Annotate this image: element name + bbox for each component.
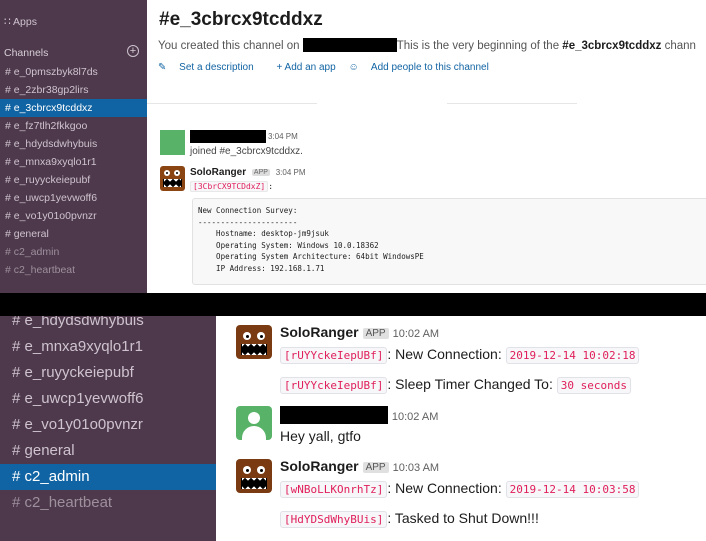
sender-name[interactable]: SoloRanger (280, 324, 359, 340)
sidebar-item-channel[interactable]: # e_uwcp1yevwoff6 (0, 386, 216, 412)
sidebar-item-channel[interactable]: # c2_heartbeat (0, 261, 147, 279)
message-timestamp[interactable]: 10:02 AM (393, 328, 439, 340)
sidebar-item-channel[interactable]: # general (0, 438, 216, 464)
sidebar-item-channel[interactable]: # e_fz7tlh2fkkgoo (0, 117, 147, 135)
channel-list: # e_hdydsdwhybuis # e_mnxa9xyqlo1r1 # e_ru… (0, 316, 216, 516)
message-line: [wNBoLLKOnrhTz]: New Connection: 2019-12… (280, 480, 640, 498)
sidebar-item-channel[interactable]: # e_hdydsdwhybuis (0, 135, 147, 153)
avatar[interactable] (160, 166, 185, 191)
sidebar-item-channel[interactable]: # c2_admin (0, 464, 216, 490)
plus-circle-icon[interactable]: + (127, 45, 139, 57)
channels-label: Channels (4, 47, 49, 59)
message-code-line: [3CbrCX9TCDdxZ]: (190, 181, 274, 192)
pencil-icon: ✎ (158, 62, 167, 73)
message-text: Hey yall, gtfo (280, 428, 361, 444)
intro-text-2: This is the very beginning of the (396, 40, 560, 52)
separator-bar (0, 293, 706, 316)
inline-code: [HdYDSdWhyBUis] (280, 511, 388, 528)
inline-code: [wNBoLLKOnrhTz] (280, 481, 388, 498)
message-timestamp[interactable]: 10:02 AM (392, 411, 438, 423)
message-line: [HdYDSdWhyBUis]: Tasked to Shut Down!!! (280, 510, 539, 528)
sender-name[interactable]: SoloRanger (280, 458, 359, 474)
sidebar-item-channel[interactable]: # e_uwcp1yevwoff6 (0, 189, 147, 207)
sidebar-item-channel[interactable]: # c2_heartbeat (0, 490, 216, 516)
add-people-label: Add people to this channel (370, 62, 489, 73)
sidebar-bottom: # e_hdydsdwhybuis # e_mnxa9xyqlo1r1 # e_ru… (0, 316, 216, 541)
intro-channel-link[interactable]: #e_3cbrcx9tcddxz (562, 40, 661, 52)
channel-list: # e_0pmszbyk8l7ds # e_2zbr38gp2lirs # e_3c… (0, 63, 147, 279)
sidebar-item-channel[interactable]: # e_vo1y01o0pvnzr (0, 207, 147, 225)
message-timestamp[interactable]: 10:03 AM (393, 462, 439, 474)
sidebar-item-channel[interactable]: # c2_admin (0, 243, 147, 261)
inline-code: 2019-12-14 10:02:18 (505, 347, 640, 364)
message-header: SoloRanger APP 3:04 PM (190, 167, 306, 178)
message-header: 10:02 AM (280, 406, 438, 424)
channel-view-bottom: SoloRanger APP 10:02 AM [rUYYckeIepUBf]: N… (216, 316, 706, 541)
app-badge: APP (362, 328, 389, 339)
sidebar-item-channel[interactable]: # e_ruyyckeiepubf (0, 171, 147, 189)
redacted-username (190, 130, 266, 143)
sidebar-item-channel[interactable]: # e_3cbrcx9tcddxz (0, 99, 147, 117)
sidebar-item-channel[interactable]: # e_vo1y01o0pvnzr (0, 412, 216, 438)
message-timestamp[interactable]: 3:04 PM (268, 132, 298, 141)
avatar[interactable] (236, 459, 272, 493)
channel-title: #e_3cbrcx9tcddxz (159, 9, 323, 30)
avatar[interactable] (236, 325, 272, 359)
app-badge: APP (251, 169, 270, 176)
channels-header[interactable]: Channels + (4, 45, 139, 59)
redacted-username (280, 406, 388, 424)
inline-code: 30 seconds (556, 377, 631, 394)
message-text: : New Connection: (387, 346, 502, 362)
channel-intro: You created this channel on This is the … (158, 38, 706, 52)
intro-text-3: chann (664, 40, 696, 52)
inline-code: [rUYYckeIepUBf] (280, 377, 388, 394)
inline-code: 2019-12-14 10:03:58 (505, 481, 640, 498)
message-text: : New Connection: (387, 480, 502, 496)
apps-label: Apps (13, 16, 37, 28)
channel-view-top: #e_3cbrcx9tcddxz You created this channe… (147, 0, 706, 293)
message-text: : Tasked to Shut Down!!! (387, 510, 539, 526)
inline-code: [rUYYckeIepUBf] (280, 347, 388, 364)
sidebar-top: ∷ Apps Channels + # e_0pmszbyk8l7ds # e_2… (0, 0, 147, 293)
message-timestamp[interactable]: 3:04 PM (276, 168, 306, 177)
sidebar-item-channel[interactable]: # e_0pmszbyk8l7ds (0, 63, 147, 81)
sidebar-item-channel[interactable]: # e_hdydsdwhybuis (0, 316, 216, 334)
message-header: SoloRanger APP 10:02 AM (280, 324, 439, 340)
divider (447, 103, 577, 104)
sidebar-item-channel[interactable]: # e_2zbr38gp2lirs (0, 81, 147, 99)
add-people-link[interactable]: ☺ Add people to this channel (348, 62, 498, 73)
channel-actions: ✎ Set a description + Add an app ☺ Add p… (158, 62, 509, 73)
bottom-screenshot-pane: # e_hdydsdwhybuis # e_mnxa9xyqlo1r1 # e_ru… (0, 316, 706, 541)
message-text: joined #e_3cbrcx9tcddxz. (190, 146, 303, 157)
set-description-label: Set a description (179, 62, 254, 73)
sidebar-item-channel[interactable]: # e_ruyyckeiepubf (0, 360, 216, 386)
person-icon: ☺ (348, 62, 359, 73)
message-text: : (268, 182, 274, 191)
add-app-link[interactable]: + Add an app (276, 62, 335, 73)
top-screenshot-pane: ∷ Apps Channels + # e_0pmszbyk8l7ds # e_2… (0, 0, 706, 293)
avatar[interactable] (160, 130, 185, 155)
message-header: SoloRanger APP 10:03 AM (280, 458, 439, 474)
redacted-date (302, 38, 397, 52)
message-line: [rUYYckeIepUBf]: Sleep Timer Changed To:… (280, 376, 631, 394)
sidebar-item-channel[interactable]: # general (0, 225, 147, 243)
sidebar-item-channel[interactable]: # e_mnxa9xyqlo1r1 (0, 334, 216, 360)
set-description-link[interactable]: ✎ Set a description (158, 62, 264, 73)
code-block: New Connection Survey: -----------------… (192, 198, 706, 285)
grid-icon: ∷ (4, 16, 11, 28)
message-text: : Sleep Timer Changed To: (387, 376, 553, 392)
sender-name[interactable]: SoloRanger (190, 167, 246, 178)
inline-code: [3CbrCX9TCDdxZ] (190, 181, 269, 192)
intro-text: You created this channel on (158, 40, 300, 52)
message-line: [rUYYckeIepUBf]: New Connection: 2019-12… (280, 346, 640, 364)
sidebar-item-channel[interactable]: # e_mnxa9xyqlo1r1 (0, 153, 147, 171)
app-badge: APP (362, 462, 389, 473)
divider (147, 103, 317, 104)
apps-link[interactable]: ∷ Apps (4, 16, 37, 28)
avatar[interactable] (236, 406, 272, 440)
